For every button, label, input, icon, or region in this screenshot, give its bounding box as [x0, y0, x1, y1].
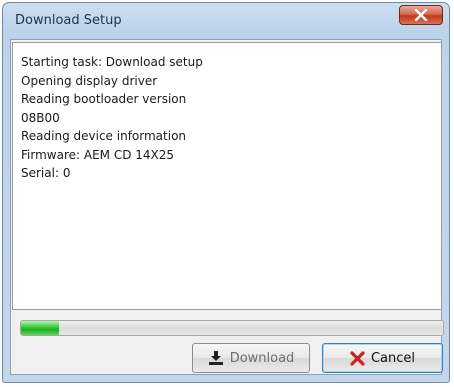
progress-bar-fill [21, 321, 59, 335]
download-icon [208, 350, 224, 366]
red-x-icon [350, 350, 365, 366]
cancel-button[interactable]: Cancel [322, 343, 443, 373]
log-line: Serial: 0 [21, 166, 71, 180]
window-title: Download Setup [15, 13, 122, 28]
download-button[interactable]: Download [192, 343, 310, 373]
progress-bar [20, 320, 444, 336]
title-bar[interactable]: Download Setup [3, 3, 449, 39]
log-line: 08B00 [21, 110, 60, 125]
log-line: Starting task: Download setup [21, 55, 203, 69]
download-button-label: Download [229, 350, 295, 366]
log-line: Firmware: AEM CD 14X25 [21, 147, 175, 162]
log-output: Starting task: Download setup Opening di… [12, 42, 442, 310]
close-icon [414, 9, 428, 21]
log-line: Opening display driver [21, 73, 158, 88]
cancel-button-label: Cancel [370, 350, 416, 366]
log-line: Reading device information [21, 129, 187, 143]
close-button[interactable] [399, 5, 443, 25]
log-line: Reading bootloader version [21, 92, 187, 106]
